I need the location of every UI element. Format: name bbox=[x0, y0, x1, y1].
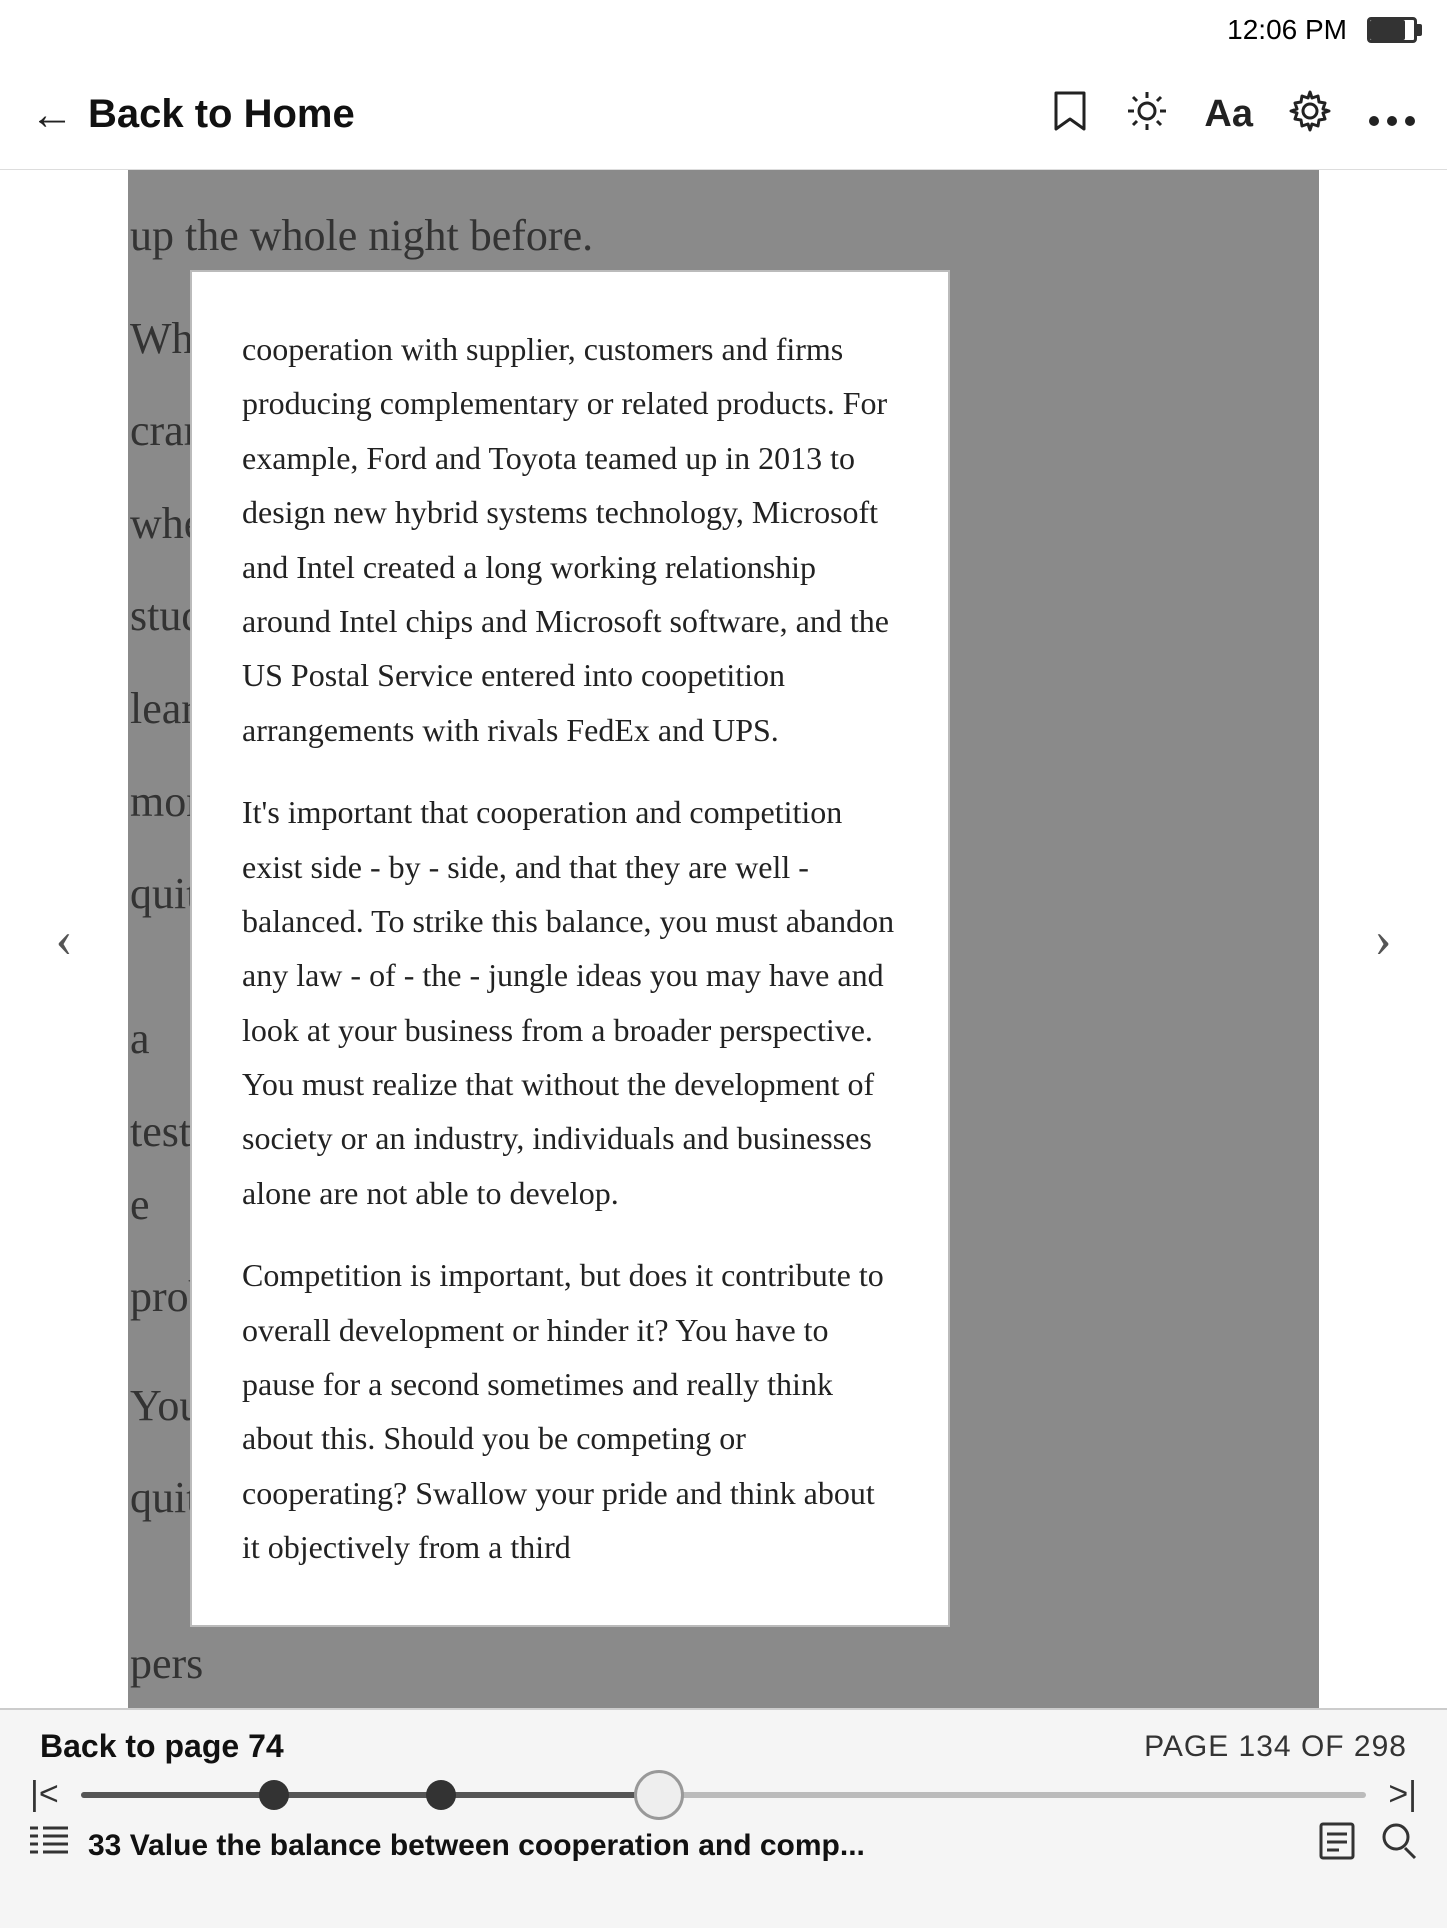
popup-text: cooperation with supplier, customers and… bbox=[242, 322, 898, 1575]
status-bar: 12:06 PM bbox=[0, 0, 1447, 60]
top-nav: ← Back to Home Aa bbox=[0, 60, 1447, 170]
popup-para-3: Competition is important, but does it co… bbox=[242, 1248, 898, 1574]
chapter-title: 33 Value the balance between cooperation… bbox=[88, 1829, 1299, 1863]
prev-page-arrow[interactable]: ‹ bbox=[55, 910, 72, 969]
page-info: PAGE 134 OF 298 bbox=[1144, 1730, 1407, 1764]
more-icon[interactable] bbox=[1367, 95, 1417, 135]
progress-slider-track[interactable] bbox=[81, 1792, 1367, 1798]
slider-thumb-current[interactable] bbox=[634, 1770, 684, 1820]
notes-icon[interactable] bbox=[1319, 1822, 1355, 1869]
settings-icon[interactable] bbox=[1289, 90, 1331, 139]
battery-icon bbox=[1367, 17, 1417, 43]
popup-overlay: cooperation with supplier, customers and… bbox=[190, 270, 950, 1627]
back-to-page-button[interactable]: Back to page 74 bbox=[40, 1728, 284, 1765]
bottom-top-row: Back to page 74 PAGE 134 OF 298 bbox=[0, 1710, 1447, 1765]
popup-para-2: It's important that cooperation and comp… bbox=[242, 785, 898, 1220]
toc-icon[interactable] bbox=[30, 1824, 68, 1867]
back-label: Back to Home bbox=[88, 92, 355, 137]
footer-icons bbox=[1319, 1822, 1417, 1869]
slider-thumb-start[interactable] bbox=[259, 1780, 289, 1810]
search-icon[interactable] bbox=[1381, 1822, 1417, 1869]
status-time: 12:06 PM bbox=[1227, 14, 1347, 46]
last-page-button[interactable]: >| bbox=[1388, 1775, 1417, 1814]
battery-fill bbox=[1370, 20, 1405, 40]
bottom-footer-row: 33 Value the balance between cooperation… bbox=[0, 1814, 1447, 1869]
next-page-panel[interactable]: › bbox=[1319, 170, 1447, 1708]
prev-page-panel[interactable]: ‹ bbox=[0, 170, 128, 1708]
brightness-icon[interactable] bbox=[1126, 90, 1168, 139]
slider-fill bbox=[81, 1792, 660, 1798]
nav-icons: Aa bbox=[1050, 89, 1417, 140]
slider-thumb-middle[interactable] bbox=[426, 1780, 456, 1810]
first-page-button[interactable]: |< bbox=[30, 1775, 59, 1814]
back-home-button[interactable]: ← Back to Home bbox=[30, 92, 355, 137]
font-icon[interactable]: Aa bbox=[1204, 93, 1253, 136]
progress-row: |< >| bbox=[0, 1765, 1447, 1814]
next-page-arrow[interactable]: › bbox=[1374, 910, 1391, 969]
bottom-bar: Back to page 74 PAGE 134 OF 298 |< >| bbox=[0, 1708, 1447, 1928]
back-arrow-icon: ← bbox=[30, 93, 74, 137]
popup-para-1: cooperation with supplier, customers and… bbox=[242, 322, 898, 757]
bookmark-icon[interactable] bbox=[1050, 89, 1090, 140]
reading-area: ‹ › up the whole night before. Whe bbox=[0, 170, 1447, 1708]
